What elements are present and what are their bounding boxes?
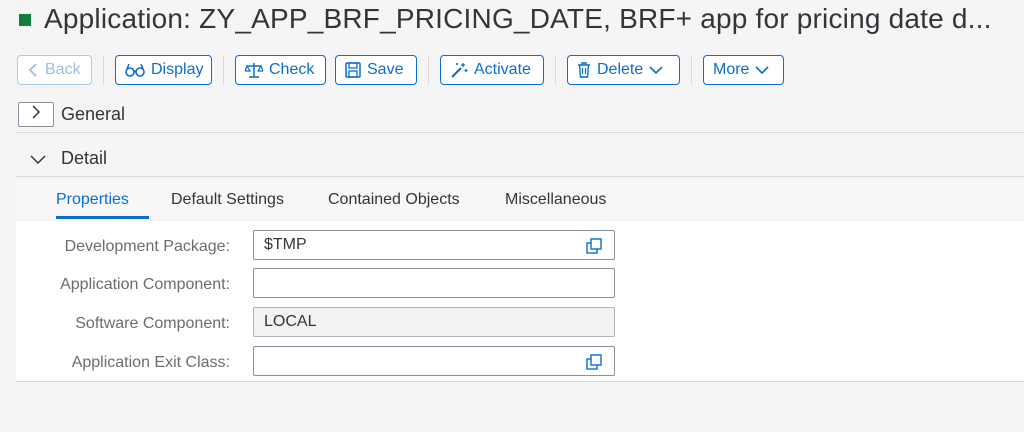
software-component-field: LOCAL [253,307,615,337]
value-help-icon[interactable] [586,354,602,375]
activate-button[interactable]: Activate [440,55,544,85]
display-button[interactable]: Display [115,55,212,85]
status-indicator [19,14,31,26]
form-row-application-exit-class: Application Exit Class: [16,346,1024,380]
toolbar-separator [103,56,104,84]
general-section-title: General [61,104,126,124]
application-component-label: Application Component: [60,276,230,293]
software-component-label: Software Component: [75,315,230,332]
toolbar: Back Display Check Save Activate Delete [17,55,784,85]
toolbar-separator [555,56,556,84]
divider [16,132,1024,133]
trash-icon [577,62,591,78]
detail-section-title: Detail [61,148,108,168]
tab-miscellaneous[interactable]: Miscellaneous [505,191,606,209]
development-package-label: Development Package: [64,238,230,255]
application-exit-class-field[interactable] [253,346,615,376]
divider [16,381,1024,382]
more-button[interactable]: More [703,55,784,85]
detail-section-header[interactable]: Detail [0,141,1024,175]
application-exit-class-label: Application Exit Class: [71,354,230,371]
toolbar-separator [223,56,224,84]
magic-wand-icon [450,62,468,78]
tab-properties[interactable]: Properties [56,191,129,209]
balance-scale-icon [245,62,263,78]
save-button[interactable]: Save [335,55,417,85]
expand-general-button[interactable] [18,102,54,127]
form-row-development-package: Development Package: $TMP [16,230,1024,264]
value-help-icon[interactable] [586,238,602,259]
chevron-left-icon [27,62,39,78]
chevron-down-icon [755,65,770,75]
application-component-field[interactable] [253,268,615,298]
toolbar-separator [428,56,429,84]
tab-contained-objects[interactable]: Contained Objects [328,191,460,209]
page-title: Application: ZY_APP_BRF_PRICING_DATE, BR… [44,3,992,34]
delete-button[interactable]: Delete [567,55,680,85]
general-section-header: General [0,98,1024,132]
development-package-field[interactable]: $TMP [253,230,615,260]
toolbar-separator [691,56,692,84]
form-row-application-component: Application Component: [16,268,1024,302]
title-bar: Application: ZY_APP_BRF_PRICING_DATE, BR… [0,0,1024,48]
divider [16,176,1024,177]
glasses-icon [125,62,145,78]
properties-form: Development Package: $TMP Application Co… [16,221,1024,381]
tab-default-settings[interactable]: Default Settings [171,191,284,209]
tab-bar: Properties Default Settings Contained Ob… [16,180,1024,220]
chevron-right-icon [31,105,41,124]
floppy-disk-icon [345,62,361,78]
back-button[interactable]: Back [17,55,92,85]
form-row-software-component: Software Component: LOCAL [16,307,1024,341]
chevron-down-icon [649,65,663,75]
chevron-down-icon[interactable] [30,152,46,170]
check-button[interactable]: Check [235,55,326,85]
active-tab-indicator [56,216,149,219]
